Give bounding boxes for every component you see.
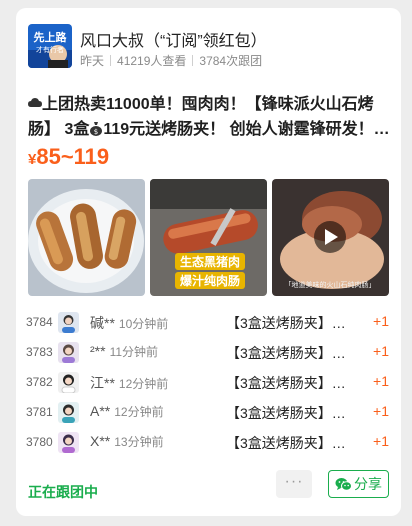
user-name: 江** 12分钟前 [90,373,168,393]
product-photo-2[interactable]: 生态黑猪肉 爆汁纯肉肠 [150,179,267,296]
post-time: 昨天 [80,54,105,68]
card-footer: 正在跟团中 ··· 分享 [16,468,401,508]
product-photos: 生态黑猪肉 爆汁纯肉肠 「地道美味的火山石纯肉肠」 [28,179,390,296]
order-time: 12分钟前 [118,377,169,391]
video-caption: 「地道美味的火山石纯肉肠」 [285,280,376,289]
user-avatar [58,432,79,453]
more-button[interactable]: ··· [276,470,312,498]
share-button[interactable]: 分享 [328,470,389,498]
share-label: 分享 [354,476,382,492]
order-row[interactable]: 3780 X** 13分钟前 【3盒送烤肠夹】… +1 [16,428,401,456]
shop-avatar[interactable]: 先上路 才有行者 [28,24,72,68]
product-video-thumbnail[interactable]: 「地道美味的火山石纯肉肠」 [272,179,389,296]
order-item: 【3盒送烤肠夹】… [226,375,346,391]
order-time: 10分钟前 [118,317,169,331]
group-count: 3784次跟团 [199,54,263,68]
user-name-text: 江** [90,375,115,391]
order-row[interactable]: 3781 A** 12分钟前 【3盒送烤肠夹】… +1 [16,398,401,426]
user-avatar [58,372,79,393]
user-name: A** 12分钟前 [90,403,164,420]
product-title[interactable]: 上团热卖11000单！囤肉肉！【锋味派火山石烤肠】 3盒 $119元送烤肠夹！ 创… [28,92,394,142]
product-photo-1[interactable] [28,179,145,296]
following-status[interactable]: 正在跟团中 [28,482,98,502]
wechat-icon [335,474,352,500]
order-rank: 3782 [26,375,53,389]
user-name: 碱** 10分钟前 [90,313,168,333]
user-name: X** 13分钟前 [90,433,164,450]
order-qty: +1 [373,313,389,329]
order-qty: +1 [373,433,389,449]
avatar-text-top: 先上路 [34,30,68,44]
cloud-icon [28,96,42,113]
shop-header: 先上路 才有行者 风口大叔（“订阅”领红包） 昨天 41219人查看 3784次跟团 [28,24,391,72]
order-item: 【3盒送烤肠夹】… [226,315,346,331]
order-item: 【3盒送烤肠夹】… [226,405,346,421]
money-bag-icon: $ [89,121,103,138]
order-rank: 3781 [26,405,53,419]
user-name-text: A** [90,403,111,419]
order-qty: +1 [373,343,389,359]
view-count: 41219人查看 [117,54,187,68]
order-item: 【3盒送烤肠夹】… [226,345,346,361]
price-range: ¥85~119 [28,144,109,170]
order-row[interactable]: 3783 ²** 11分钟前 【3盒送烤肠夹】… +1 [16,338,401,366]
user-name-text: ²** [90,343,106,359]
order-time: 11分钟前 [109,345,159,359]
group-buy-card[interactable]: 先上路 才有行者 风口大叔（“订阅”领红包） 昨天 41219人查看 3784次跟团… [16,8,401,516]
order-qty: +1 [373,373,389,389]
order-rank: 3780 [26,435,53,449]
order-item: 【3盒送烤肠夹】… [226,435,346,451]
more-icon: ··· [284,473,304,490]
order-qty: +1 [373,403,389,419]
user-avatar [58,402,79,423]
photo-caption-1: 生态黑猪肉 [180,254,240,269]
order-time: 12分钟前 [114,405,164,419]
photo-caption-2: 爆汁纯肉肠 [180,273,240,288]
product-title-text-2: 119元送烤肠夹！ 创始人谢霆锋研发！… [103,121,390,138]
user-name-text: X** [90,433,111,449]
order-time: 13分钟前 [114,435,164,449]
user-avatar [58,312,79,333]
order-rank: 3783 [26,345,53,359]
shop-name[interactable]: 风口大叔（“订阅”领红包） [80,27,267,51]
user-name: ²** 11分钟前 [90,343,158,360]
user-name-text: 碱** [90,315,115,331]
meta-divider [110,55,112,66]
meta-divider [192,55,194,66]
svg-text:$: $ [94,128,98,136]
user-avatar [58,342,79,363]
order-row[interactable]: 3782 江** 12分钟前 【3盒送烤肠夹】… +1 [16,368,401,396]
order-rank: 3784 [26,315,53,329]
price-value: 85~119 [36,144,110,169]
avatar-text-bottom: 才有行者 [36,45,64,54]
order-row[interactable]: 3784 碱** 10分钟前 【3盒送烤肠夹】… +1 [16,308,401,336]
shop-meta: 昨天 41219人查看 3784次跟团 [80,52,262,69]
